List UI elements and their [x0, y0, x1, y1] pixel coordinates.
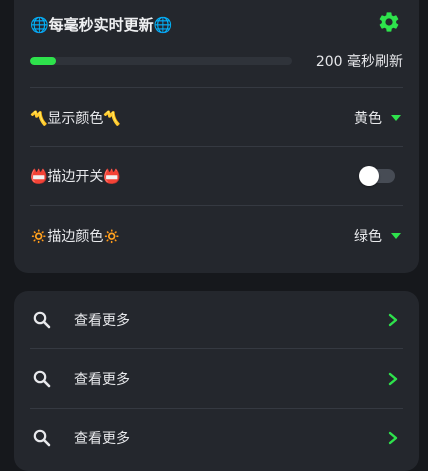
display-color-select[interactable]: 黄色	[354, 108, 403, 128]
outline-color-select[interactable]: 绿色	[354, 226, 403, 246]
divider	[30, 87, 403, 88]
list-item-label: 查看更多	[74, 372, 130, 388]
display-color-label: 〽️显示颜色〽️	[30, 111, 121, 127]
search-icon	[33, 429, 51, 447]
outline-toggle-row: 📛描边开关📛	[30, 156, 403, 196]
refresh-progress-bar	[30, 57, 292, 65]
chevron-right-icon	[388, 431, 398, 445]
display-color-row: 〽️显示颜色〽️ 黄色	[30, 98, 403, 138]
caret-down-icon	[391, 233, 401, 239]
title-row: 🌐每毫秒实时更新🌐	[30, 10, 403, 38]
list-item[interactable]: 查看更多	[30, 300, 403, 340]
page-title: 🌐每毫秒实时更新🌐	[30, 15, 173, 34]
search-icon	[33, 311, 51, 329]
caret-down-icon	[391, 115, 401, 121]
divider	[30, 348, 403, 349]
toggle-knob	[359, 166, 379, 186]
outline-toggle-switch[interactable]	[359, 166, 395, 186]
outline-color-value: 绿色	[354, 229, 382, 245]
refresh-interval-label: 200 毫秒刷新	[315, 54, 403, 70]
list-item[interactable]: 查看更多	[30, 418, 403, 458]
display-color-value: 黄色	[354, 111, 382, 127]
refresh-progress-row: 200 毫秒刷新	[30, 50, 403, 72]
outline-color-label: 🔅描边颜色🔅	[30, 229, 121, 245]
chevron-right-icon	[388, 372, 398, 386]
chevron-right-icon	[388, 313, 398, 327]
outline-color-row: 🔅描边颜色🔅 绿色	[30, 216, 403, 256]
list-item-label: 查看更多	[74, 431, 130, 447]
divider	[30, 408, 403, 409]
search-icon	[33, 370, 51, 388]
divider	[30, 146, 403, 147]
divider	[30, 205, 403, 206]
refresh-progress-fill	[30, 57, 57, 65]
gear-icon[interactable]	[377, 10, 401, 34]
outline-toggle-label: 📛描边开关📛	[30, 169, 121, 185]
settings-card: 🌐每毫秒实时更新🌐 200 毫秒刷新 〽️显示颜色〽️ 黄色 📛描边开关📛 🔅描…	[14, 0, 419, 273]
list-item-label: 查看更多	[74, 313, 130, 329]
links-card: 查看更多 查看更多 查看更多	[14, 291, 419, 471]
list-item[interactable]: 查看更多	[30, 359, 403, 399]
